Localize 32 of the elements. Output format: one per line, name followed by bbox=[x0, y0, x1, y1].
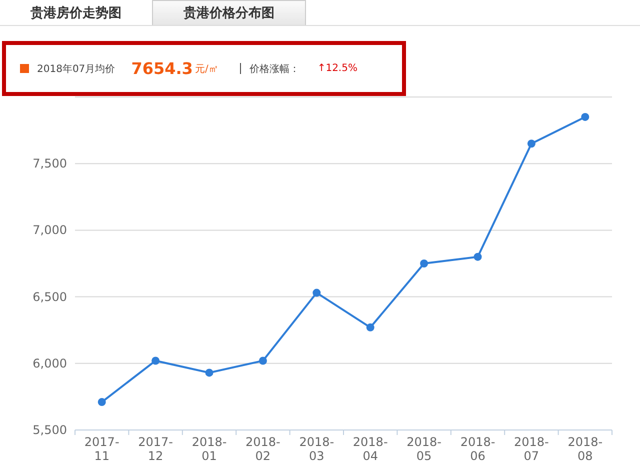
axis-label: 5,500 bbox=[32, 423, 67, 437]
data-point bbox=[420, 260, 428, 268]
tab[interactable]: 贵港价格分布图 bbox=[152, 0, 306, 25]
axis-label: 2018- 05 bbox=[406, 435, 442, 463]
data-point bbox=[98, 398, 106, 406]
axis-label: 2018- 03 bbox=[299, 435, 334, 463]
axis-label: 2018- 07 bbox=[514, 435, 549, 463]
axis-label: 2017- 11 bbox=[84, 435, 120, 463]
axis-label: 2018- 04 bbox=[352, 435, 388, 463]
data-point bbox=[152, 356, 160, 365]
data-point bbox=[581, 112, 590, 121]
data-point bbox=[258, 356, 267, 365]
price-change: ↑12.5% bbox=[317, 63, 358, 74]
average-price: 7654.3 bbox=[131, 59, 193, 78]
legend-square-icon bbox=[20, 64, 29, 73]
data-point bbox=[366, 323, 374, 332]
axis-label: 6,500 bbox=[32, 290, 67, 304]
data-point bbox=[474, 252, 482, 261]
data-point bbox=[312, 288, 321, 297]
axis-label: 6,000 bbox=[32, 356, 67, 370]
axis-label: 2018- 08 bbox=[568, 435, 603, 463]
axis-label: 2018- 02 bbox=[246, 435, 280, 463]
axis-label: 2018- 06 bbox=[460, 435, 496, 463]
axis-label: 2018- 01 bbox=[192, 435, 227, 463]
axis-label: 7,000 bbox=[32, 223, 67, 238]
price-unit: 元/㎡ bbox=[194, 62, 218, 76]
change-label: 价格涨幅： bbox=[249, 62, 300, 76]
data-point bbox=[205, 368, 214, 377]
axis-label: 7,500 bbox=[32, 156, 67, 171]
axis-label: 2017- 12 bbox=[138, 435, 173, 463]
data-point bbox=[527, 140, 536, 148]
period-label: 2018年07月均价 bbox=[37, 62, 116, 76]
